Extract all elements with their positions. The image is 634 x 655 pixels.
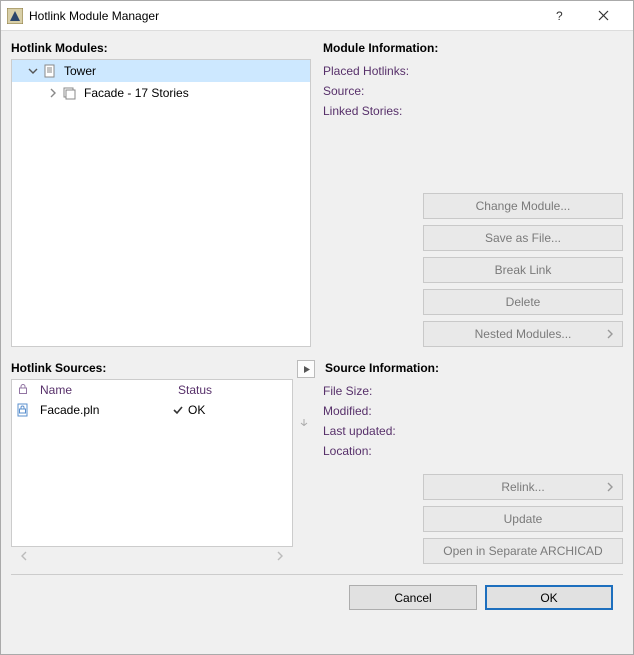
sources-columns: Name Status: [12, 380, 292, 400]
update-arrow-icon: [297, 379, 311, 564]
nested-modules-button[interactable]: Nested Modules...: [423, 321, 623, 347]
source-info-group: File Size: Modified: Last updated: Locat…: [323, 379, 623, 463]
sources-table[interactable]: Name Status: [11, 379, 293, 547]
lock-column-icon: [12, 383, 34, 398]
change-module-button[interactable]: Change Module...: [423, 193, 623, 219]
footer: Cancel OK: [11, 574, 623, 622]
source-info-section-label: Source Information:: [325, 359, 439, 379]
modules-tree[interactable]: Tower Facade - 17 Stories: [11, 59, 311, 347]
source-row[interactable]: Facade.pln OK: [12, 400, 292, 420]
info-lastupdated: Last updated:: [323, 421, 623, 441]
chevron-right-icon: [606, 327, 614, 344]
check-icon: [172, 404, 184, 416]
scroll-right-icon[interactable]: [275, 550, 285, 564]
doc-icon: [42, 63, 58, 79]
column-status[interactable]: Status: [172, 383, 292, 397]
relink-button[interactable]: Relink...: [423, 474, 623, 500]
module-info-group: Placed Hotlinks: Source: Linked Stories:: [323, 59, 623, 123]
dialog-window: Hotlink Module Manager ? Hotlink Modules…: [0, 0, 634, 655]
stack-icon: [62, 85, 78, 101]
tree-item-tower[interactable]: Tower: [12, 60, 310, 82]
source-status: OK: [172, 403, 292, 417]
info-location: Location:: [323, 441, 623, 461]
chevron-down-icon[interactable]: [26, 64, 40, 78]
app-icon: [7, 8, 23, 24]
scroll-left-icon[interactable]: [19, 550, 29, 564]
close-button[interactable]: [581, 2, 625, 30]
tree-item-facade[interactable]: Facade - 17 Stories: [12, 82, 310, 104]
tree-item-label: Facade - 17 Stories: [84, 86, 189, 100]
tree-item-label: Tower: [64, 64, 96, 78]
source-name: Facade.pln: [34, 403, 172, 417]
horizontal-scroll[interactable]: [11, 547, 293, 564]
svg-text:?: ?: [556, 9, 563, 23]
info-modified: Modified:: [323, 401, 623, 421]
chevron-right-icon: [606, 480, 614, 497]
info-linked-stories: Linked Stories:: [323, 101, 623, 121]
chevron-right-icon[interactable]: [46, 86, 60, 100]
play-button[interactable]: [297, 360, 315, 378]
titlebar: Hotlink Module Manager ?: [1, 1, 633, 31]
break-link-button[interactable]: Break Link: [423, 257, 623, 283]
module-info-section-label: Module Information:: [323, 39, 623, 59]
file-icon: [12, 403, 34, 417]
info-placed-hotlinks: Placed Hotlinks:: [323, 61, 623, 81]
modules-section-label: Hotlink Modules:: [11, 39, 311, 59]
help-button[interactable]: ?: [537, 2, 581, 30]
window-title: Hotlink Module Manager: [29, 9, 537, 23]
cancel-button[interactable]: Cancel: [349, 585, 477, 610]
delete-button[interactable]: Delete: [423, 289, 623, 315]
save-as-file-button[interactable]: Save as File...: [423, 225, 623, 251]
update-button[interactable]: Update: [423, 506, 623, 532]
info-source: Source:: [323, 81, 623, 101]
info-filesize: File Size:: [323, 381, 623, 401]
sources-section-label: Hotlink Sources:: [11, 359, 106, 379]
open-in-archicad-button[interactable]: Open in Separate ARCHICAD: [423, 538, 623, 564]
column-name[interactable]: Name: [34, 383, 172, 397]
ok-button[interactable]: OK: [485, 585, 613, 610]
